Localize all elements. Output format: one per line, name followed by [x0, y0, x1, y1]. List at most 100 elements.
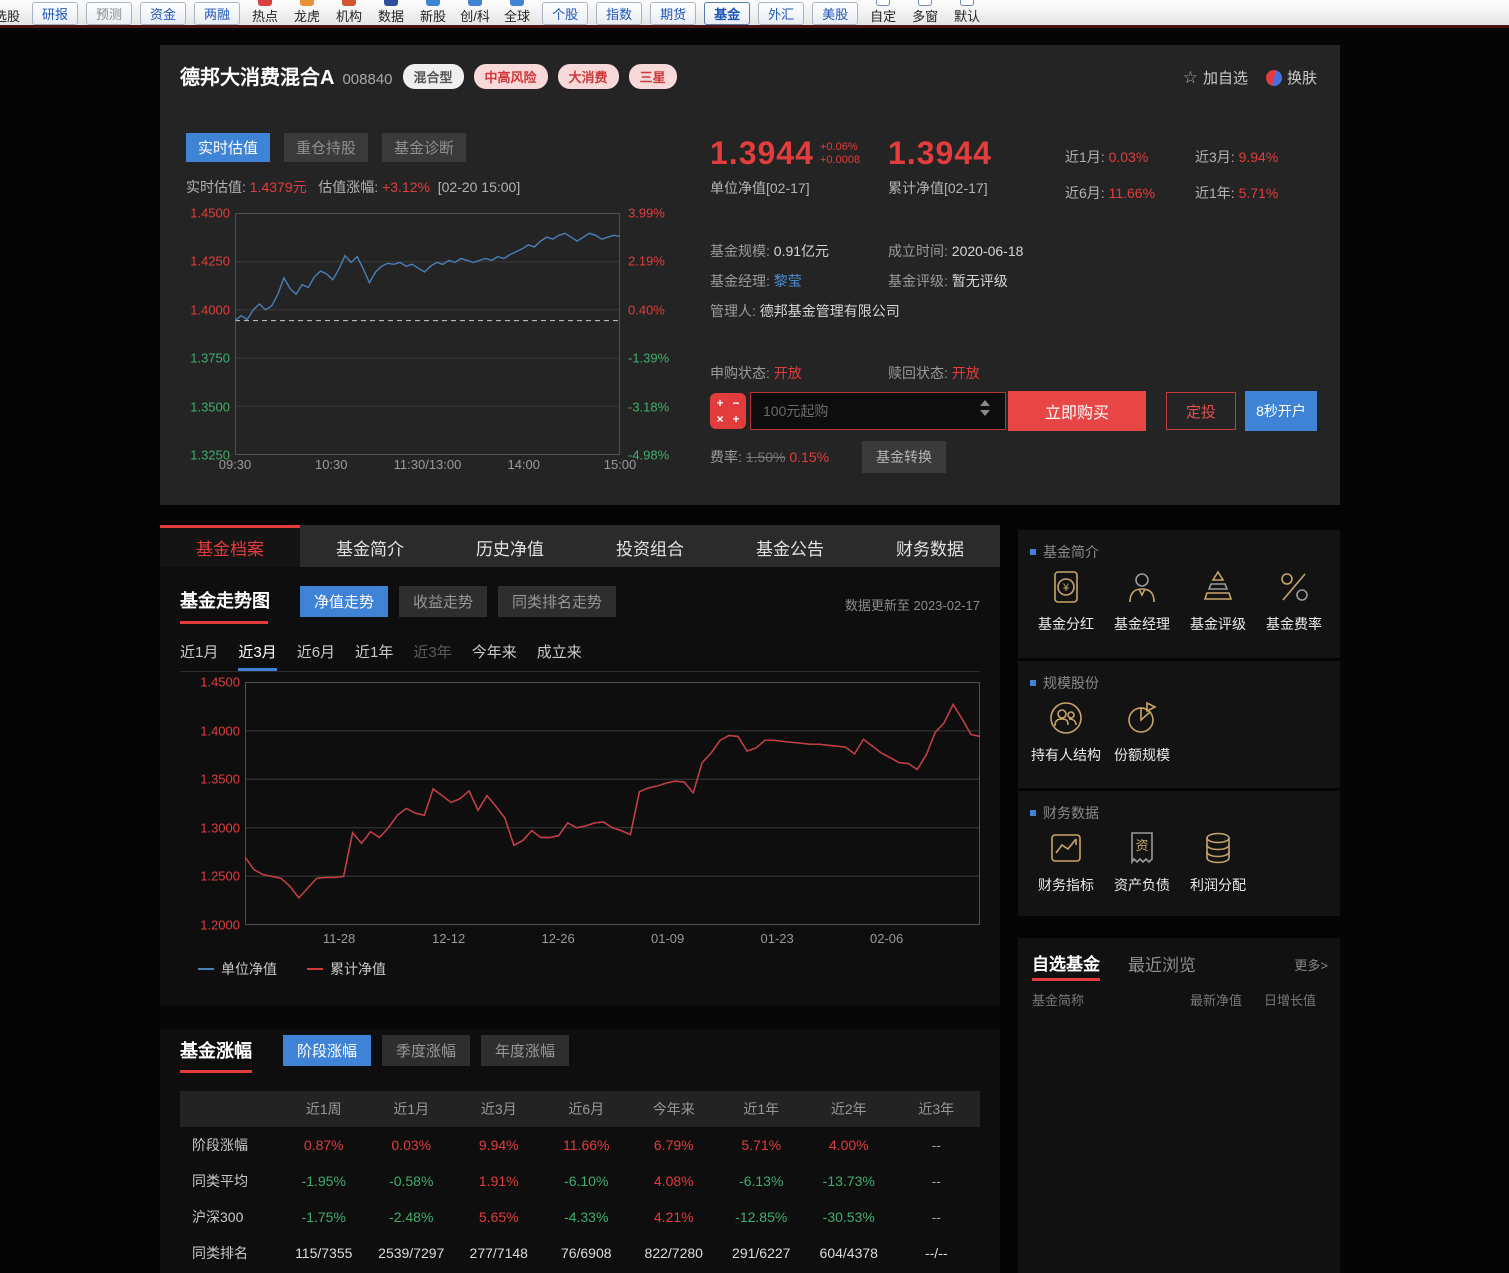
sidebar-item-持有人结构[interactable]: 持有人结构: [1028, 699, 1104, 765]
main-tabbar: 基金档案 基金简介 历史净值 投资组合 基金公告 财务数据: [160, 525, 1000, 567]
estimate-tab-基金诊断[interactable]: 基金诊断: [382, 133, 467, 162]
axis-tick: 14:00: [507, 457, 541, 472]
tab-my-funds[interactable]: 自选基金: [1032, 950, 1100, 975]
axis-tick: 10:30: [314, 457, 348, 472]
table-row-沪深300: 沪深300 -1.75% -2.48% 5.65% -4.33% 4.21% -12.85%…: [180, 1199, 980, 1235]
toolbar-button-基金[interactable]: 基金: [704, 2, 751, 25]
sidebar-item-财务指标[interactable]: 财务指标: [1028, 829, 1104, 895]
toolbar-button-两融[interactable]: 两融: [194, 2, 241, 25]
auto-invest-button[interactable]: 定投: [1166, 392, 1236, 430]
fee-row: 费率: 1.50% 0.15%: [710, 449, 830, 465]
tab-基金简介[interactable]: 基金简介: [300, 525, 440, 567]
purchase-amount-input[interactable]: [750, 392, 1006, 430]
col-近3月: 近3月: [480, 1101, 517, 1117]
col-fund-name: 基金简称: [1032, 993, 1085, 1008]
estimate-tab-重仓持股[interactable]: 重仓持股: [284, 133, 369, 162]
axis-tick: 01-23: [760, 931, 794, 946]
fund-title: 德邦大消费混合A 008840 混合型 中高风险 大消费 三星: [180, 61, 677, 90]
range-tab-近6月[interactable]: 近6月: [297, 641, 335, 671]
toolbar-button-研报[interactable]: 研报: [32, 2, 79, 25]
trend-tab-同类排名走势[interactable]: 同类排名走势: [498, 586, 617, 617]
axis-tick: 2.19%: [628, 253, 665, 269]
gains-tab-年度涨幅[interactable]: 年度涨幅: [481, 1035, 570, 1066]
sidebar-item-基金费率[interactable]: 基金费率: [1256, 568, 1332, 634]
sidebar-item-基金经理[interactable]: 基金经理: [1104, 568, 1180, 634]
calculator-icon[interactable]: + − × +: [710, 393, 746, 429]
trend-tabs: 净值走势 收益走势 同类排名走势: [300, 586, 617, 617]
legend-dash: [198, 968, 214, 970]
axis-tick: 1.4250: [190, 253, 230, 269]
range-tab-今年来[interactable]: 今年来: [472, 641, 517, 671]
intraday-chart: [235, 213, 620, 455]
range-tabs: 近1月 近3月 近6月 近1年 近3年 今年来 成立来: [180, 641, 980, 672]
gains-tab-阶段涨幅[interactable]: 阶段涨幅: [283, 1035, 372, 1066]
toolbar-item-自定[interactable]: 自定: [862, 0, 904, 25]
gains-section-title: 基金涨幅: [180, 1041, 252, 1061]
cell: 604/4378: [819, 1245, 878, 1261]
toolbar-item-机构[interactable]: 机构: [328, 0, 370, 25]
cell: 277/7148: [469, 1245, 528, 1261]
cell: -12.85%: [735, 1209, 788, 1225]
estimate-tab-实时估值[interactable]: 实时估值: [186, 133, 271, 162]
fund-tag-三星: 三星: [628, 64, 677, 89]
open-account-button[interactable]: 8秒开户: [1245, 391, 1317, 431]
tab-recent-viewed[interactable]: 最近浏览: [1128, 951, 1196, 976]
toolbar-mini-icon: [300, 0, 315, 6]
redeem-status: 赎回状态: 开放: [888, 365, 980, 381]
toolbar-mini-icon: [258, 0, 273, 6]
toolbar-item-数据[interactable]: 数据: [370, 0, 412, 25]
axis-tick: 09:30: [218, 457, 252, 472]
toolbar-button-外汇[interactable]: 外汇: [758, 2, 805, 25]
holders-icon: [1050, 702, 1082, 734]
tab-基金公告[interactable]: 基金公告: [720, 525, 860, 567]
toolbar-button-指数[interactable]: 指数: [596, 2, 643, 25]
cell: --: [931, 1173, 941, 1189]
toolbar-item-龙虎[interactable]: 龙虎: [286, 0, 328, 25]
change-skin-button[interactable]: 换肤: [1265, 67, 1317, 88]
sidebar-item-基金分红[interactable]: ¥ 基金分红: [1028, 568, 1104, 634]
fee-icon: [1281, 573, 1308, 601]
tab-基金档案[interactable]: 基金档案: [160, 525, 300, 567]
toolbar-item-默认[interactable]: 默认: [946, 0, 988, 25]
range-tab-近3月[interactable]: 近3月: [238, 641, 277, 671]
amount-stepper[interactable]: [980, 400, 994, 424]
range-tab-近1年[interactable]: 近1年: [355, 641, 393, 671]
trend-tab-净值走势[interactable]: 净值走势: [300, 586, 389, 617]
add-watchlist-button[interactable]: ☆ 加自选: [1183, 67, 1248, 88]
tab-历史净值[interactable]: 历史净值: [440, 525, 580, 567]
gains-tab-季度涨幅[interactable]: 季度涨幅: [382, 1035, 471, 1066]
manager-link[interactable]: 黎莹: [774, 273, 802, 289]
tab-投资组合[interactable]: 投资组合: [580, 525, 720, 567]
toolbar-button-资金[interactable]: 资金: [140, 2, 187, 25]
toolbar-item-热点[interactable]: 热点: [244, 0, 286, 25]
toolbar-item-全球[interactable]: 全球: [496, 0, 538, 25]
trend-tab-收益走势[interactable]: 收益走势: [399, 586, 488, 617]
range-tab-成立来[interactable]: 成立来: [537, 641, 582, 671]
more-link[interactable]: 更多>: [1294, 955, 1328, 974]
cell: 4.21%: [653, 1209, 694, 1225]
toolbar-item-创/科[interactable]: 创/科: [454, 0, 496, 25]
toolbar-button-美股[interactable]: 美股: [812, 2, 859, 25]
toolbar-item-新股[interactable]: 新股: [412, 0, 454, 25]
toolbar-divider: [0, 25, 1509, 28]
range-tab-近3年[interactable]: 近3年: [413, 641, 451, 671]
gains-table-header: 近1周 近1月 近3月 近6月 今年来 近1年 近2年 近3年: [180, 1091, 980, 1127]
sidebar-item-label: 持有人结构: [1031, 747, 1101, 763]
trend-chart: [245, 682, 980, 925]
buy-now-button[interactable]: 立即购买: [1008, 391, 1146, 431]
sidebar-item-份额规模[interactable]: 份额规模: [1104, 699, 1180, 765]
fund-convert-button[interactable]: 基金转换: [862, 441, 946, 473]
toolbar-button-个股[interactable]: 个股: [542, 2, 589, 25]
cell: 5.71%: [741, 1137, 782, 1153]
toolbar-item-多窗[interactable]: 多窗: [904, 0, 946, 25]
sidebar-item-资产负债[interactable]: 资资产负债: [1104, 829, 1180, 895]
sidebar-item-利润分配[interactable]: 利润分配: [1180, 829, 1256, 895]
sidebar-item-label: 资产负债: [1114, 877, 1170, 893]
toolbar-button-期货[interactable]: 期货: [650, 2, 697, 25]
cell: --/--: [924, 1245, 948, 1261]
sidebar-item-基金评级[interactable]: 基金评级: [1180, 568, 1256, 634]
tab-财务数据[interactable]: 财务数据: [860, 525, 1000, 567]
range-tab-近1月[interactable]: 近1月: [180, 641, 218, 671]
toolbar-item-partial[interactable]: 选股: [0, 6, 28, 25]
toolbar-button-预测[interactable]: 预测: [86, 2, 133, 25]
